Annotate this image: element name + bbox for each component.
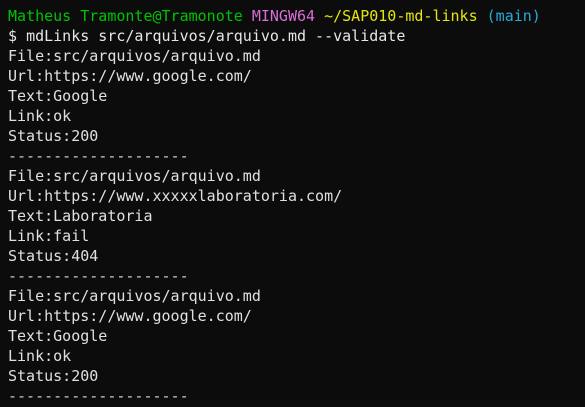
result-link: Link:fail — [8, 227, 90, 245]
prompt-path: ~/SAP010-md-links — [324, 7, 478, 25]
prompt-branch: (main) — [486, 7, 541, 25]
prompt-symbol: $ — [8, 27, 18, 45]
result-status: Status:200 — [8, 127, 99, 145]
result-url: Url:https://www.google.com/ — [8, 67, 252, 85]
result-separator: -------------------- — [8, 387, 189, 405]
prompt-system: MINGW64 — [251, 7, 316, 25]
result-status: Status:404 — [8, 247, 99, 265]
result-file: File:src/arquivos/arquivo.md — [8, 287, 261, 305]
prompt-user-host: Matheus Tramonte@Tramonote — [8, 7, 243, 25]
result-status: Status:200 — [8, 367, 99, 385]
terminal-window[interactable]: Matheus Tramonte@Tramonote MINGW64 ~/SAP… — [0, 0, 585, 407]
result-url: Url:https://www.google.com/ — [8, 307, 252, 325]
result-text: Text:Laboratoria — [8, 207, 153, 225]
result-file: File:src/arquivos/arquivo.md — [8, 167, 261, 185]
result-link: Link:ok — [8, 347, 72, 365]
result-file: File:src/arquivos/arquivo.md — [8, 47, 261, 65]
result-link: Link:ok — [8, 107, 72, 125]
command-text: mdLinks src/arquivos/arquivo.md --valida… — [26, 27, 406, 45]
command-line: $ mdLinks src/arquivos/arquivo.md --vali… — [8, 26, 585, 46]
result-separator: -------------------- — [8, 267, 189, 285]
result-separator: -------------------- — [8, 147, 189, 165]
result-text: Text:Google — [8, 327, 108, 345]
prompt-line: Matheus Tramonte@Tramonote MINGW64 ~/SAP… — [8, 6, 585, 26]
result-url: Url:https://www.xxxxxlaboratoria.com/ — [8, 187, 343, 205]
result-text: Text:Google — [8, 87, 108, 105]
